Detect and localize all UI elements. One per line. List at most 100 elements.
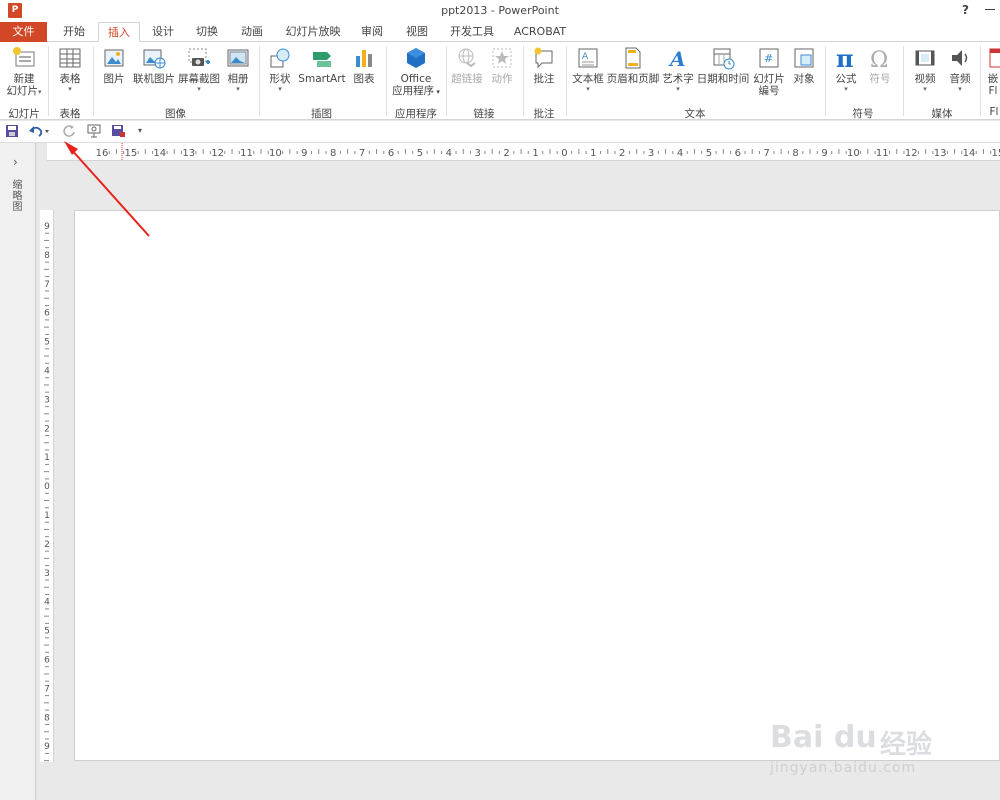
save-button[interactable] (5, 124, 19, 141)
pi-icon: π (836, 46, 854, 70)
office-store-icon (407, 48, 425, 68)
ruler-label: 7 (764, 148, 770, 159)
group-label-slides: 幻灯片 (8, 108, 40, 120)
action-star-icon (492, 48, 512, 68)
online-picture-button[interactable]: 联机图片 (131, 46, 177, 85)
ruler-label: 2 (619, 148, 625, 159)
omega-icon: Ω (870, 48, 888, 70)
video-button[interactable]: 视频 ▾ (908, 46, 942, 93)
wordart-button[interactable]: A 艺术字 ▾ (661, 46, 695, 93)
new-slide-button[interactable]: 新建 幻灯片▾ (4, 46, 44, 97)
baidu-watermark: Bai du 经验 jingyan.baidu.com (770, 720, 960, 780)
smartart-button[interactable]: SmartArt (298, 46, 346, 85)
ruler-label: 7 (359, 148, 365, 159)
chart-button[interactable]: 图表 (348, 46, 380, 85)
ruler-label: 1 (44, 453, 50, 463)
ruler-label: 1 (532, 148, 538, 159)
tab-view[interactable]: 视图 (396, 22, 438, 42)
start-from-beginning-button[interactable] (86, 124, 102, 141)
hyperlink-button[interactable]: 超链接 (450, 46, 484, 85)
svg-text:A: A (668, 47, 686, 70)
online-picture-icon (143, 49, 166, 69)
album-label: 相册 (227, 73, 249, 85)
photo-album-icon (227, 49, 249, 67)
undo-button[interactable] (28, 124, 50, 141)
audio-button[interactable]: 音频 ▾ (944, 46, 976, 93)
ruler-label: 8 (792, 148, 798, 159)
object-button[interactable]: 对象 (788, 46, 820, 85)
calendar-clock-icon (713, 48, 735, 70)
horizontal-ruler-ticks: 16 15 14 13 12 11 10 9 8 7 6 5 4 3 2 1 0 1 2 3 4 5 6 7 8 9 10 11 12 1… (96, 143, 1000, 161)
chevron-down-icon: ▾ (958, 85, 962, 93)
save-as-button[interactable] (111, 124, 126, 141)
redo-button[interactable] (62, 124, 76, 141)
vertical-ruler-ticks: 9 8 7 6 5 4 3 2 1 0 1 2 3 4 5 6 7 8 9 (44, 222, 50, 762)
shapes-button[interactable]: 形状 ▾ (263, 46, 297, 93)
shapes-icon (270, 48, 290, 68)
powerpoint-window: P ppt2013 - PowerPoint ? 文件 开始 插入 设计 切换 … (0, 0, 1000, 800)
tab-slideshow[interactable]: 幻灯片放映 (276, 22, 350, 42)
ruler-label: 6 (44, 309, 50, 319)
ruler-label: 14 (963, 148, 976, 159)
datetime-button[interactable]: 日期和时间 (696, 46, 750, 85)
screenshot-label: 屏幕截图 (178, 73, 220, 85)
ruler-label: 7 (44, 280, 50, 290)
ruler-label: 9 (44, 742, 50, 752)
photo-album-button[interactable]: 相册 ▾ (222, 46, 254, 93)
header-footer-button[interactable]: 页眉和页脚 (606, 46, 660, 85)
tab-design[interactable]: 设计 (142, 22, 184, 42)
tab-acrobat[interactable]: ACROBAT (508, 22, 572, 42)
ruler-label: 14 (153, 148, 166, 159)
svg-text:π: π (836, 46, 854, 70)
hyperlink-icon (458, 48, 476, 68)
ruler-label: 1 (44, 511, 50, 521)
picture-icon (104, 49, 124, 67)
ruler-label: 16 (96, 148, 109, 159)
slide-canvas[interactable] (74, 210, 1000, 761)
picture-button[interactable]: 图片 (97, 46, 131, 85)
hyperlink-label: 超链接 (451, 73, 483, 85)
ruler-label: 8 (44, 713, 50, 723)
action-button[interactable]: 动作 (486, 46, 518, 85)
help-button[interactable]: ? (962, 3, 969, 17)
tab-file[interactable]: 文件 (0, 22, 47, 42)
textbox-button[interactable]: A 文本框 ▾ (570, 46, 606, 93)
minimize-button[interactable] (985, 9, 995, 10)
customize-qat-dropdown[interactable]: ▾ (138, 126, 142, 135)
symbol-button[interactable]: Ω 符号 (864, 46, 896, 85)
screenshot-icon (188, 48, 210, 66)
group-divider (566, 46, 567, 116)
embed-flash-button[interactable]: 嵌 Fl (986, 46, 1000, 97)
ruler-label: 10 (847, 148, 860, 159)
svg-text:Ω: Ω (870, 48, 888, 70)
ruler-label: 2 (503, 148, 509, 159)
ruler-label: 8 (330, 148, 336, 159)
ruler-label: 11 (876, 148, 889, 159)
save-as-icon (112, 125, 125, 137)
header-footer-label: 页眉和页脚 (606, 73, 660, 85)
ruler-label: 4 (446, 148, 452, 159)
screenshot-button[interactable]: 屏幕截图 ▾ (177, 46, 221, 93)
ruler-label: 3 (648, 148, 654, 159)
tab-home[interactable]: 开始 (52, 22, 96, 42)
group-label-text: 文本 (684, 108, 706, 120)
tab-developer[interactable]: 开发工具 (440, 22, 504, 42)
audio-label: 音频 (949, 73, 971, 85)
tab-insert[interactable]: 插入 (98, 22, 140, 43)
equation-button[interactable]: π 公式 ▾ (830, 46, 862, 93)
slide-number-button[interactable]: # 幻灯片 编号 (750, 46, 788, 97)
tab-transitions[interactable]: 切换 (186, 22, 228, 42)
ruler-label: 3 (475, 148, 481, 159)
tab-review[interactable]: 审阅 (352, 22, 392, 42)
comment-button[interactable]: 批注 (527, 46, 561, 85)
ruler-label: 5 (44, 627, 50, 637)
table-button[interactable]: 表格 ▾ (52, 46, 88, 93)
ruler-label: 12 (211, 148, 224, 159)
office-apps-button[interactable]: Office 应用程序 ▾ (390, 46, 442, 98)
group-divider (523, 46, 524, 116)
expand-pane-chevron-icon[interactable]: › (13, 155, 18, 169)
chart-label: 图表 (353, 73, 375, 85)
new-slide-label-2: 幻灯片 (6, 85, 38, 97)
symbol-label: 符号 (869, 73, 891, 85)
tab-animations[interactable]: 动画 (230, 22, 274, 42)
